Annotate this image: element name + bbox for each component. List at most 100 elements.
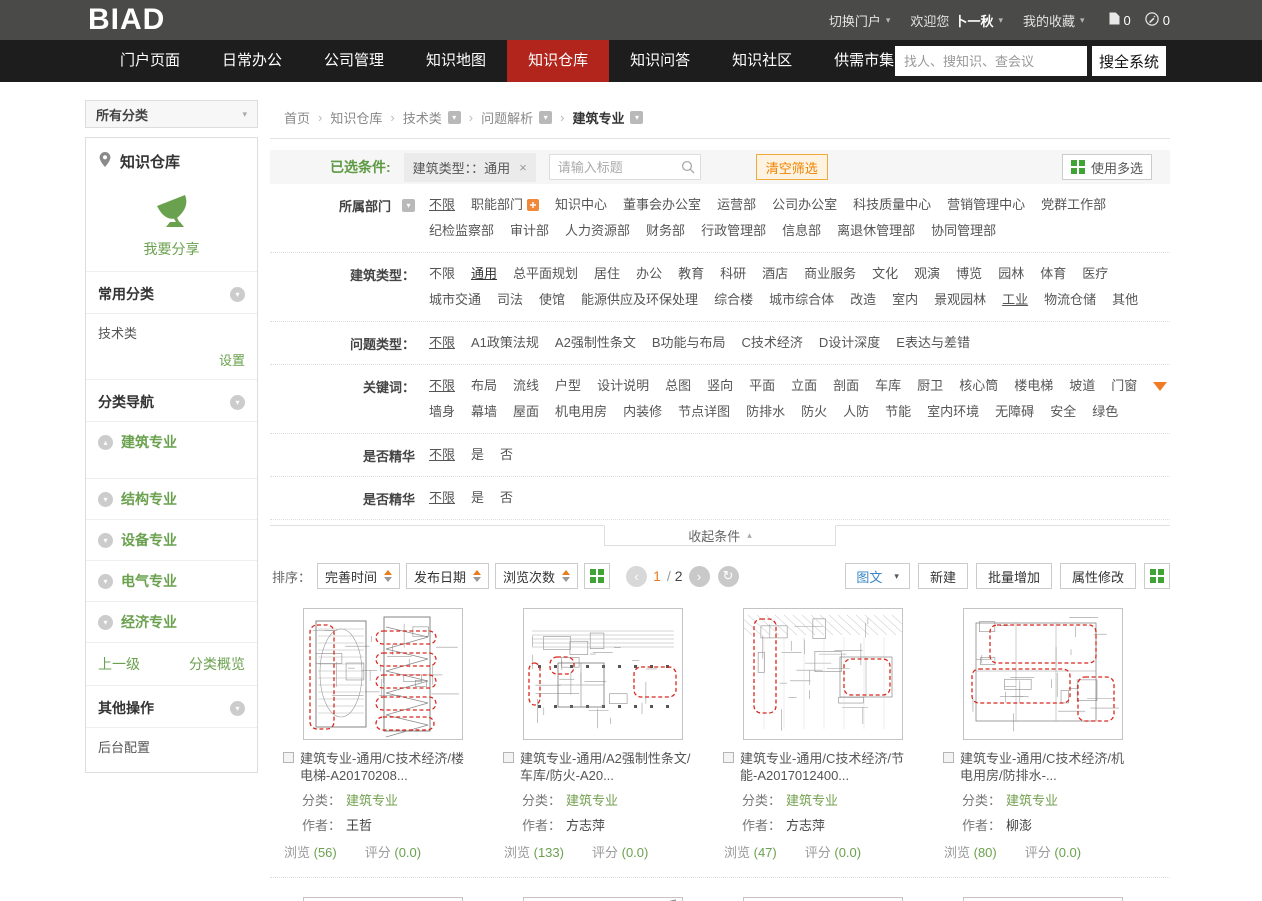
category-overview-link[interactable]: 分类概览 <box>189 654 245 674</box>
nav-tab-2[interactable]: 公司管理 <box>303 40 405 82</box>
filter-option[interactable]: 是 <box>471 488 484 508</box>
up-level-link[interactable]: 上一级 <box>98 654 140 674</box>
filter-option[interactable]: 物流仓储 <box>1044 290 1096 310</box>
clear-filters-button[interactable]: 清空筛选 <box>756 154 828 180</box>
card-title[interactable]: 建筑专业-通用/C技术经济/机电用房/防排水-... <box>960 750 1136 784</box>
filter-option[interactable]: 无障碍 <box>995 402 1034 422</box>
filter-option[interactable]: 不限 <box>429 376 455 396</box>
filter-option[interactable]: 离退休管理部 <box>837 221 915 241</box>
filter-option[interactable]: 核心筒 <box>959 376 998 396</box>
card-title[interactable]: 建筑专业-通用/A2强制性条文/车库/防火-A20... <box>520 750 696 784</box>
filter-option[interactable]: 营销管理中心 <box>947 195 1025 215</box>
card-checkbox[interactable] <box>723 752 734 763</box>
filter-option[interactable]: 纪检监察部 <box>429 221 494 241</box>
card-checkbox[interactable] <box>503 752 514 763</box>
filter-option[interactable]: 科研 <box>720 264 746 284</box>
sidebar-item-tech[interactable]: 技术类 <box>86 313 257 346</box>
filter-option[interactable]: 楼电梯 <box>1014 376 1053 396</box>
topmenu-switch-portal[interactable]: 切换门户▾ <box>829 11 891 30</box>
filter-option[interactable]: 绿色 <box>1092 402 1118 422</box>
filter-option[interactable]: 否 <box>500 488 513 508</box>
settings-link[interactable]: 设置 <box>86 346 257 379</box>
common-categories-header[interactable]: 常用分类 ▾ <box>86 271 257 313</box>
filter-option[interactable]: 车库 <box>875 376 901 396</box>
breadcrumb-item-3[interactable]: 问题解析 <box>481 108 533 127</box>
nav-tab-3[interactable]: 知识地图 <box>405 40 507 82</box>
nav-tab-6[interactable]: 知识社区 <box>711 40 813 82</box>
breadcrumb-item-0[interactable]: 首页 <box>284 108 310 127</box>
sort-option-1[interactable]: 发布日期 <box>406 563 489 589</box>
result-thumbnail[interactable] <box>523 608 683 740</box>
share-block[interactable]: 我要分享 <box>86 176 257 271</box>
topmenu-welcome[interactable]: 欢迎您卜一秋▾ <box>910 11 1003 30</box>
filter-option[interactable]: 人防 <box>843 402 869 422</box>
sidebar-category-4[interactable]: ▾经济专业 <box>86 601 257 642</box>
sidebar-category-2[interactable]: ▾设备专业 <box>86 519 257 560</box>
remove-tag-icon[interactable]: × <box>519 160 527 175</box>
filter-option[interactable]: 是 <box>471 445 484 465</box>
filter-option[interactable]: 竖向 <box>707 376 733 396</box>
card-title[interactable]: 建筑专业-通用/C技术经济/节能-A2017012400... <box>740 750 916 784</box>
filter-option[interactable]: 节点详图 <box>678 402 730 422</box>
share-link[interactable]: 我要分享 <box>144 239 200 259</box>
title-search-input[interactable] <box>549 154 701 180</box>
grid-view-button[interactable] <box>584 563 610 589</box>
filter-option[interactable]: 墙身 <box>429 402 455 422</box>
filter-option[interactable]: 立面 <box>791 376 817 396</box>
card-category[interactable]: 建筑专业 <box>1006 793 1058 808</box>
filter-option[interactable]: 体育 <box>1040 264 1066 284</box>
nav-tab-0[interactable]: 门户页面 <box>99 40 201 82</box>
card-title[interactable]: 建筑专业-通用/C技术经济/楼电梯-A20170208... <box>300 750 476 784</box>
filter-option[interactable]: 不限 <box>429 195 455 215</box>
document-counter[interactable]: 0 <box>1109 12 1131 28</box>
card-checkbox[interactable] <box>943 752 954 763</box>
filter-option[interactable]: 门窗 <box>1111 376 1137 396</box>
refresh-button[interactable]: ↻ <box>718 566 739 587</box>
filter-option[interactable]: 商业服务 <box>804 264 856 284</box>
filter-option[interactable]: 城市交通 <box>429 290 481 310</box>
sidebar-category-0[interactable]: ▴建筑专业 <box>86 421 257 478</box>
filter-option[interactable]: 幕墙 <box>471 402 497 422</box>
filter-option[interactable]: 机电用房 <box>555 402 607 422</box>
result-thumbnail[interactable] <box>963 897 1123 901</box>
filter-option[interactable]: 内装修 <box>623 402 662 422</box>
filter-option[interactable]: 协同管理部 <box>931 221 996 241</box>
action-button-2[interactable]: 属性修改 <box>1060 563 1136 589</box>
filter-option[interactable]: 财务部 <box>646 221 685 241</box>
action-button-1[interactable]: 批量增加 <box>976 563 1052 589</box>
sidebar-category-3[interactable]: ▾电气专业 <box>86 560 257 601</box>
card-category[interactable]: 建筑专业 <box>566 793 618 808</box>
result-thumbnail[interactable] <box>743 608 903 740</box>
nav-tab-4[interactable]: 知识仓库 <box>507 40 609 82</box>
chevron-down-icon[interactable]: ▾ <box>630 111 643 124</box>
global-search-input[interactable] <box>895 46 1087 76</box>
card-checkbox[interactable] <box>283 752 294 763</box>
filter-option[interactable]: 信息部 <box>782 221 821 241</box>
filter-option[interactable]: 文化 <box>872 264 898 284</box>
filter-option[interactable]: 总平面规划 <box>513 264 578 284</box>
chevron-down-icon[interactable]: ▾ <box>402 199 415 212</box>
filter-option[interactable]: 流线 <box>513 376 539 396</box>
chevron-down-icon[interactable]: ▾ <box>448 111 461 124</box>
filter-option[interactable]: 景观园林 <box>934 290 986 310</box>
filter-option[interactable]: A2强制性条文 <box>555 333 636 353</box>
breadcrumb-item-4[interactable]: 建筑专业 <box>572 108 624 127</box>
action-button-0[interactable]: 新建 <box>918 563 968 589</box>
filter-option[interactable]: A1政策法规 <box>471 333 539 353</box>
next-page-button[interactable]: › <box>689 566 710 587</box>
filter-option[interactable]: 博览 <box>956 264 982 284</box>
filter-option[interactable]: 公司办公室 <box>772 195 837 215</box>
filter-option[interactable]: 平面 <box>749 376 775 396</box>
result-thumbnail[interactable] <box>303 608 463 740</box>
filter-option[interactable]: 厨卫 <box>917 376 943 396</box>
filter-option[interactable]: 室内环境 <box>927 402 979 422</box>
filter-option[interactable]: 改造 <box>850 290 876 310</box>
breadcrumb-item-2[interactable]: 技术类 <box>403 108 442 127</box>
filter-option[interactable]: D设计深度 <box>819 333 880 353</box>
filter-option[interactable]: 教育 <box>678 264 704 284</box>
filter-option[interactable]: 科技质量中心 <box>853 195 931 215</box>
edit-counter[interactable]: 0 <box>1145 12 1170 29</box>
filter-option[interactable]: 办公 <box>636 264 662 284</box>
filter-option[interactable]: 审计部 <box>510 221 549 241</box>
card-category[interactable]: 建筑专业 <box>346 793 398 808</box>
